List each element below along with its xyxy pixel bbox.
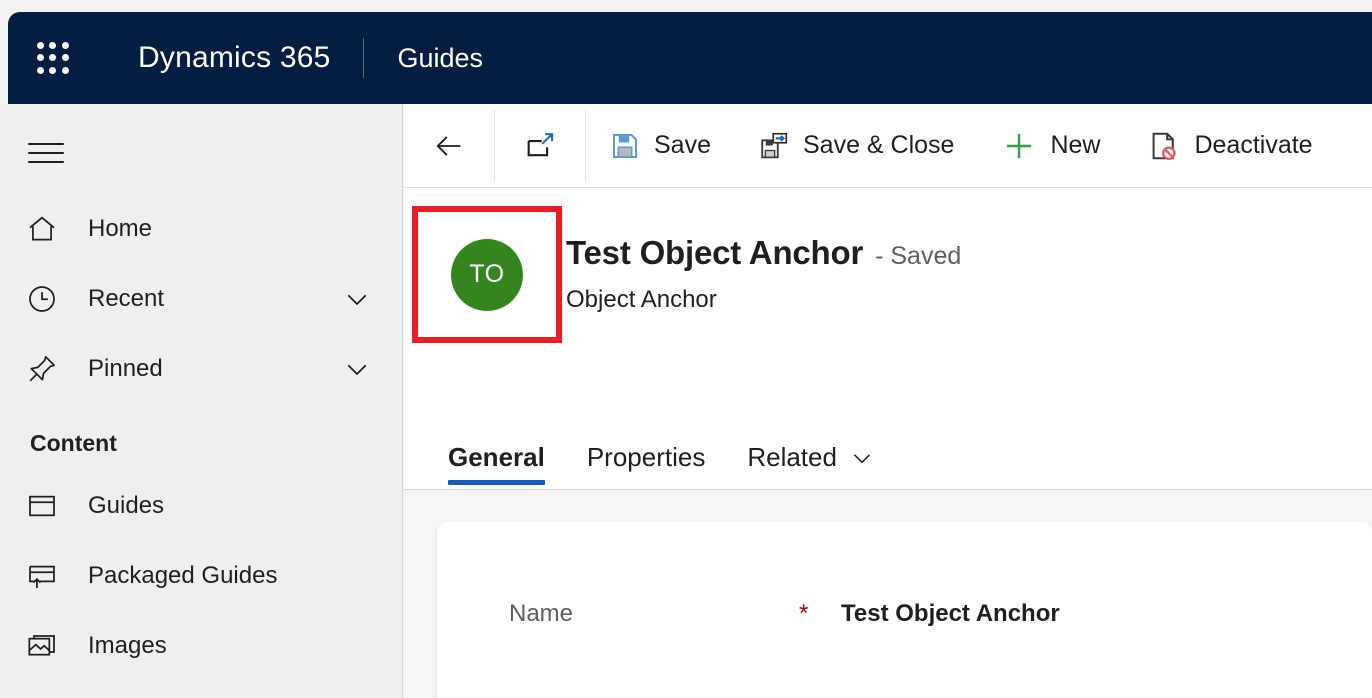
record-type-subtitle: Object Anchor xyxy=(566,286,717,313)
back-button[interactable] xyxy=(404,104,494,187)
save-and-close-button[interactable]: Save & Close xyxy=(735,104,978,187)
main-content: Save Save & Close New Deactivate TO Test… xyxy=(404,104,1372,698)
hamburger-icon[interactable] xyxy=(28,136,74,170)
open-in-new-window-button[interactable] xyxy=(495,104,585,187)
sidebar-item-recent[interactable]: Recent xyxy=(0,264,402,334)
clock-icon xyxy=(26,283,70,315)
save-status: - Saved xyxy=(875,242,962,270)
save-and-close-icon xyxy=(759,131,789,161)
back-arrow-icon xyxy=(432,129,466,163)
avatar[interactable]: TO xyxy=(451,238,523,311)
deactivate-button-label: Deactivate xyxy=(1194,131,1313,159)
sidebar: Home Recent Pinned Content Guides Packag… xyxy=(0,104,403,698)
images-icon xyxy=(26,630,70,662)
sidebar-item-packaged-guides[interactable]: Packaged Guides xyxy=(0,541,402,611)
deactivate-document-icon xyxy=(1148,130,1180,162)
field-label: Name xyxy=(509,600,574,627)
chevron-down-icon[interactable] xyxy=(342,354,372,384)
app-launcher-icon[interactable] xyxy=(34,39,72,77)
app-name[interactable]: Guides xyxy=(397,43,483,74)
required-asterisk: * xyxy=(799,600,809,627)
save-floppy-icon xyxy=(610,131,640,161)
tab-label: Related xyxy=(747,442,837,472)
sidebar-nav-list: Home Recent Pinned Content Guides Packag… xyxy=(0,194,402,681)
general-form-card: Name * Test Object Anchor Parent Folder … xyxy=(437,522,1372,698)
avatar-highlight-box: TO xyxy=(412,206,562,343)
save-button-label: Save xyxy=(654,131,711,159)
tab-related[interactable]: Related xyxy=(747,442,875,489)
page-title: Test Object Anchor xyxy=(566,234,864,271)
form-body: Name * Test Object Anchor Parent Folder … xyxy=(404,490,1372,698)
sidebar-item-label: Pinned xyxy=(88,355,163,382)
window-upload-icon xyxy=(26,560,70,592)
sidebar-item-guides[interactable]: Guides xyxy=(0,471,402,541)
app-header: Dynamics 365 Guides xyxy=(8,12,1372,104)
chevron-down-icon[interactable] xyxy=(342,284,372,314)
new-button[interactable]: New xyxy=(978,104,1124,187)
tab-label: General xyxy=(448,442,545,472)
save-and-close-button-label: Save & Close xyxy=(802,131,955,159)
tab-label: Properties xyxy=(586,442,706,472)
chevron-down-icon[interactable] xyxy=(849,445,875,471)
save-button[interactable]: Save xyxy=(586,104,735,187)
sidebar-item-label: Packaged Guides xyxy=(88,562,278,589)
field-row-parent-folder: Parent Folder --- xyxy=(509,664,1372,698)
sidebar-item-label: Home xyxy=(88,215,153,242)
sidebar-item-label: Recent xyxy=(88,285,165,312)
tab-general[interactable]: General xyxy=(448,442,545,489)
deactivate-button[interactable]: Deactivate xyxy=(1124,104,1336,187)
header-divider xyxy=(363,38,365,78)
pin-icon xyxy=(26,353,70,385)
brand-title: Dynamics 365 xyxy=(138,41,331,74)
name-field-value[interactable]: Test Object Anchor xyxy=(841,600,1060,628)
window-icon xyxy=(26,490,70,522)
open-in-new-window-icon xyxy=(523,129,557,163)
plus-icon xyxy=(1002,129,1036,163)
sidebar-section-content: Content xyxy=(30,430,117,456)
home-icon xyxy=(26,213,70,245)
tab-properties[interactable]: Properties xyxy=(587,442,706,489)
form-tabs: General Properties Related xyxy=(404,418,1372,490)
sidebar-item-label: Guides xyxy=(88,492,165,519)
field-row-name: Name * Test Object Anchor xyxy=(509,564,1372,664)
sidebar-item-label: Images xyxy=(88,632,167,659)
new-button-label: New xyxy=(1050,131,1101,159)
record-header: TO Test Object Anchor - Saved Object Anc… xyxy=(404,188,1372,418)
command-bar: Save Save & Close New Deactivate xyxy=(404,104,1372,188)
sidebar-item-pinned[interactable]: Pinned xyxy=(0,334,402,404)
sidebar-item-images[interactable]: Images xyxy=(0,611,402,681)
sidebar-item-home[interactable]: Home xyxy=(0,194,402,264)
